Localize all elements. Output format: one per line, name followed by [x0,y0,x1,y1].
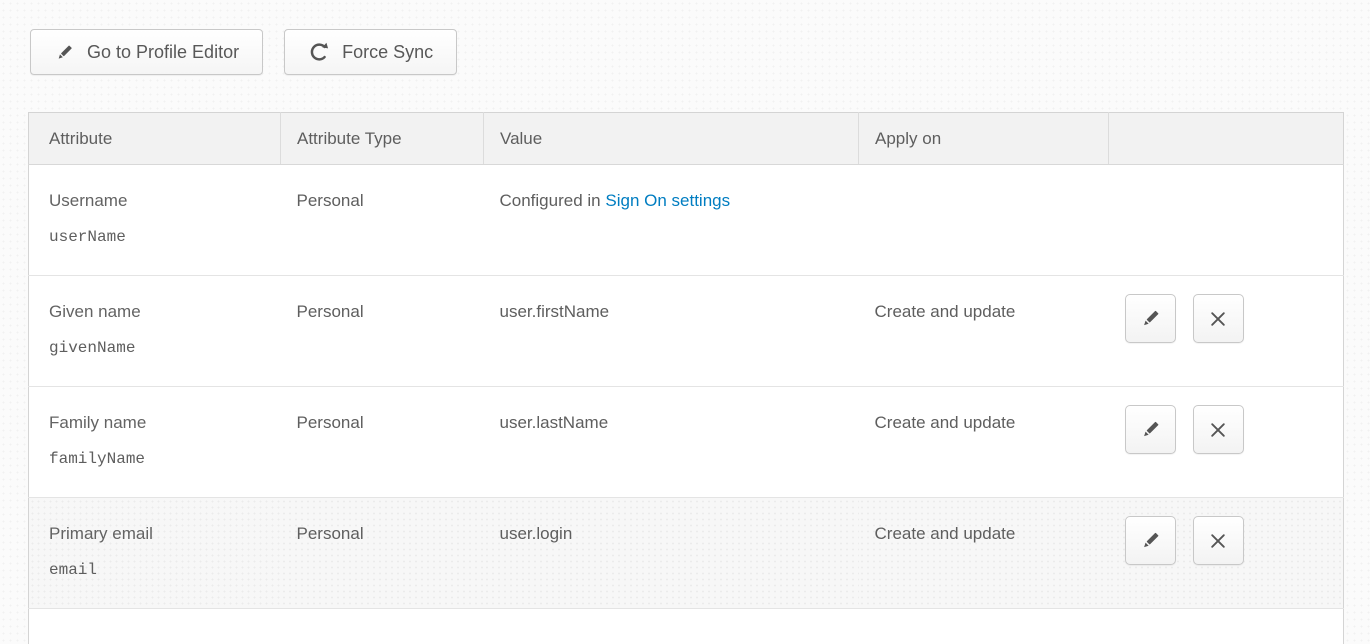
attribute-cell: Primary email email [29,498,281,609]
remove-attribute-button[interactable] [1193,405,1244,454]
edit-attribute-button[interactable] [1125,405,1176,454]
remove-attribute-button[interactable] [1193,294,1244,343]
attribute-value-cell: user.login [484,498,859,609]
table-header-row: Attribute Attribute Type Value Apply on [29,113,1344,165]
force-sync-label: Force Sync [342,42,433,63]
attribute-name: givenName [49,339,265,357]
table-row-username: Username userName Personal Configured in… [29,165,1344,276]
pencil-icon [1139,529,1162,552]
attribute-value-cell: Configured inSign On settings [484,165,859,276]
apply-on-cell: Create and update [859,498,1109,609]
apply-on-cell: Create and update [859,276,1109,387]
value-prefix-text: Configured in [500,191,601,210]
remove-attribute-button[interactable] [1193,516,1244,565]
attribute-type-cell: Personal [281,498,484,609]
column-header-attribute: Attribute [29,113,281,165]
force-sync-button[interactable]: Force Sync [284,29,457,75]
attribute-cell: Given name givenName [29,276,281,387]
actions-cell [1109,387,1344,498]
table-row-empty [29,609,1344,644]
empty-cell [29,609,1344,644]
attribute-cell: Username userName [29,165,281,276]
attribute-value-cell: user.lastName [484,387,859,498]
attribute-cell: Family name familyName [29,387,281,498]
column-header-attribute-type: Attribute Type [281,113,484,165]
toolbar: Go to Profile Editor Force Sync [30,29,457,75]
edit-attribute-button[interactable] [1125,516,1176,565]
close-icon [1208,531,1228,551]
table-row-primary-email: Primary email email Personal user.login … [29,498,1344,609]
actions-cell [1109,165,1344,276]
actions-cell [1109,498,1344,609]
pencil-icon [1139,418,1162,441]
pencil-icon [1139,307,1162,330]
column-header-actions [1109,113,1344,165]
attribute-mappings-table: Attribute Attribute Type Value Apply on … [28,112,1343,644]
attribute-value-cell: user.firstName [484,276,859,387]
apply-on-cell: Create and update [859,387,1109,498]
attribute-name: userName [49,228,265,246]
apply-on-cell [859,165,1109,276]
attribute-name: email [49,561,265,579]
table-row-family-name: Family name familyName Personal user.las… [29,387,1344,498]
actions-cell [1109,276,1344,387]
attribute-type-cell: Personal [281,165,484,276]
attribute-mappings-page: Go to Profile Editor Force Sync Attribut… [0,0,1370,644]
column-header-value: Value [484,113,859,165]
attribute-label: Primary email [49,524,265,544]
edit-attribute-button[interactable] [1125,294,1176,343]
attribute-label: Family name [49,413,265,433]
refresh-icon [308,41,330,63]
attribute-type-cell: Personal [281,276,484,387]
go-to-profile-editor-button[interactable]: Go to Profile Editor [30,29,263,75]
sign-on-settings-link[interactable]: Sign On settings [605,191,730,210]
table-row-given-name: Given name givenName Personal user.first… [29,276,1344,387]
attribute-label: Given name [49,302,265,322]
attribute-label: Username [49,191,265,211]
pencil-icon [54,42,75,63]
go-to-profile-editor-label: Go to Profile Editor [87,42,239,63]
attribute-type-cell: Personal [281,387,484,498]
attribute-name: familyName [49,450,265,468]
column-header-apply-on: Apply on [859,113,1109,165]
close-icon [1208,309,1228,329]
close-icon [1208,420,1228,440]
